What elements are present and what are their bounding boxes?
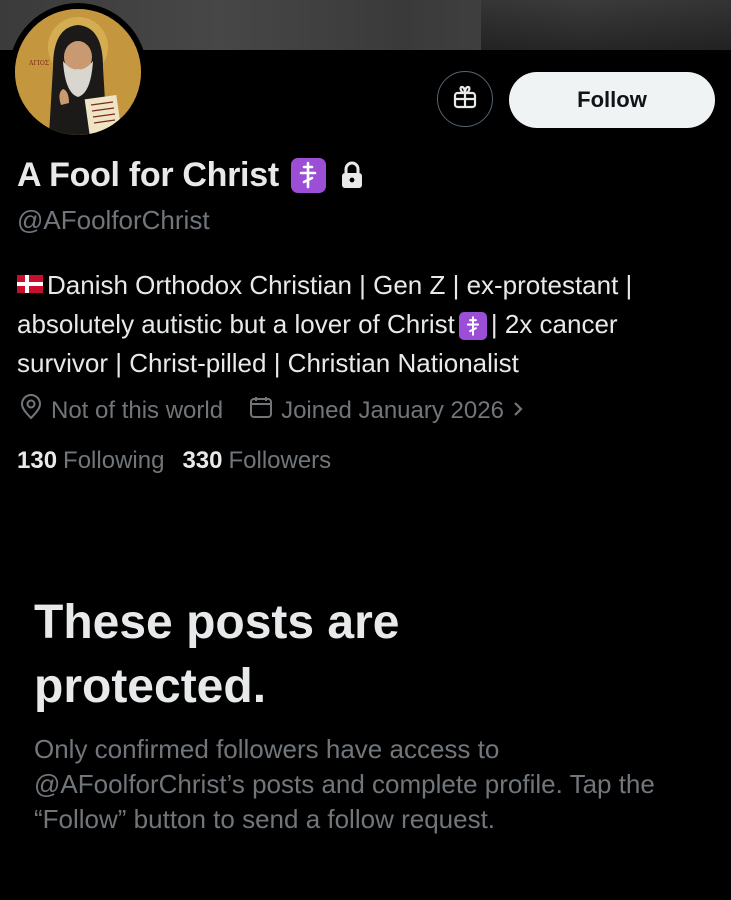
followers-label: Followers [228, 447, 332, 474]
bio-text-2a: absolutely autistic but a lover of Chris… [17, 309, 455, 339]
chevron-right-icon [512, 397, 532, 425]
profile-bio: Danish Orthodox Christian | Gen Z | ex-p… [17, 266, 717, 383]
follow-button[interactable]: Follow [509, 72, 715, 128]
followers-link[interactable]: 330 Followers [182, 447, 331, 475]
bio-text-2b: | 2x cancer [490, 309, 618, 339]
following-link[interactable]: 130 Following [17, 447, 164, 475]
bio-text-3: survivor | Christ-pilled | Christian Nat… [17, 348, 519, 378]
location-text: Not of this world [51, 396, 224, 424]
following-count: 130 [17, 447, 58, 474]
user-handle: @AFoolforChrist [17, 205, 210, 235]
bio-line-2: absolutely autistic but a lover of Chris… [17, 305, 717, 344]
followers-count: 330 [182, 447, 223, 474]
protected-posts-title: These posts are protected. [34, 596, 400, 713]
bio-text-1: Danish Orthodox Christian | Gen Z | ex-p… [47, 270, 633, 300]
following-label: Following [63, 447, 165, 474]
display-name: A Fool for Christ [17, 155, 279, 194]
profile-meta: Not of this world Joined January 2026 [19, 394, 532, 427]
follow-button-label: Follow [577, 87, 647, 112]
bio-line-3: survivor | Christ-pilled | Christian Nat… [17, 344, 717, 383]
bio-line-1: Danish Orthodox Christian | Gen Z | ex-p… [17, 266, 717, 305]
location: Not of this world [19, 394, 223, 427]
follow-counts: 130 Following 330 Followers [17, 447, 331, 475]
joined-text: Joined January 2026 [281, 396, 504, 424]
lock-icon [340, 161, 364, 189]
orthodox-cross-emoji-icon [290, 157, 326, 193]
protected-posts-message: Only confirmed followers have access to … [34, 734, 655, 834]
orthodox-cross-emoji-icon [458, 312, 487, 340]
gift-button[interactable] [437, 71, 493, 127]
location-pin-icon [19, 394, 51, 427]
joined-date[interactable]: Joined January 2026 [249, 395, 532, 426]
avatar[interactable]: AΓΙΟΣ [15, 9, 141, 135]
gift-icon [452, 84, 478, 115]
denmark-flag-icon [17, 275, 43, 293]
svg-text:AΓΙΟΣ: AΓΙΟΣ [28, 60, 49, 67]
calendar-icon [249, 395, 281, 426]
name-row: A Fool for Christ [17, 152, 364, 198]
